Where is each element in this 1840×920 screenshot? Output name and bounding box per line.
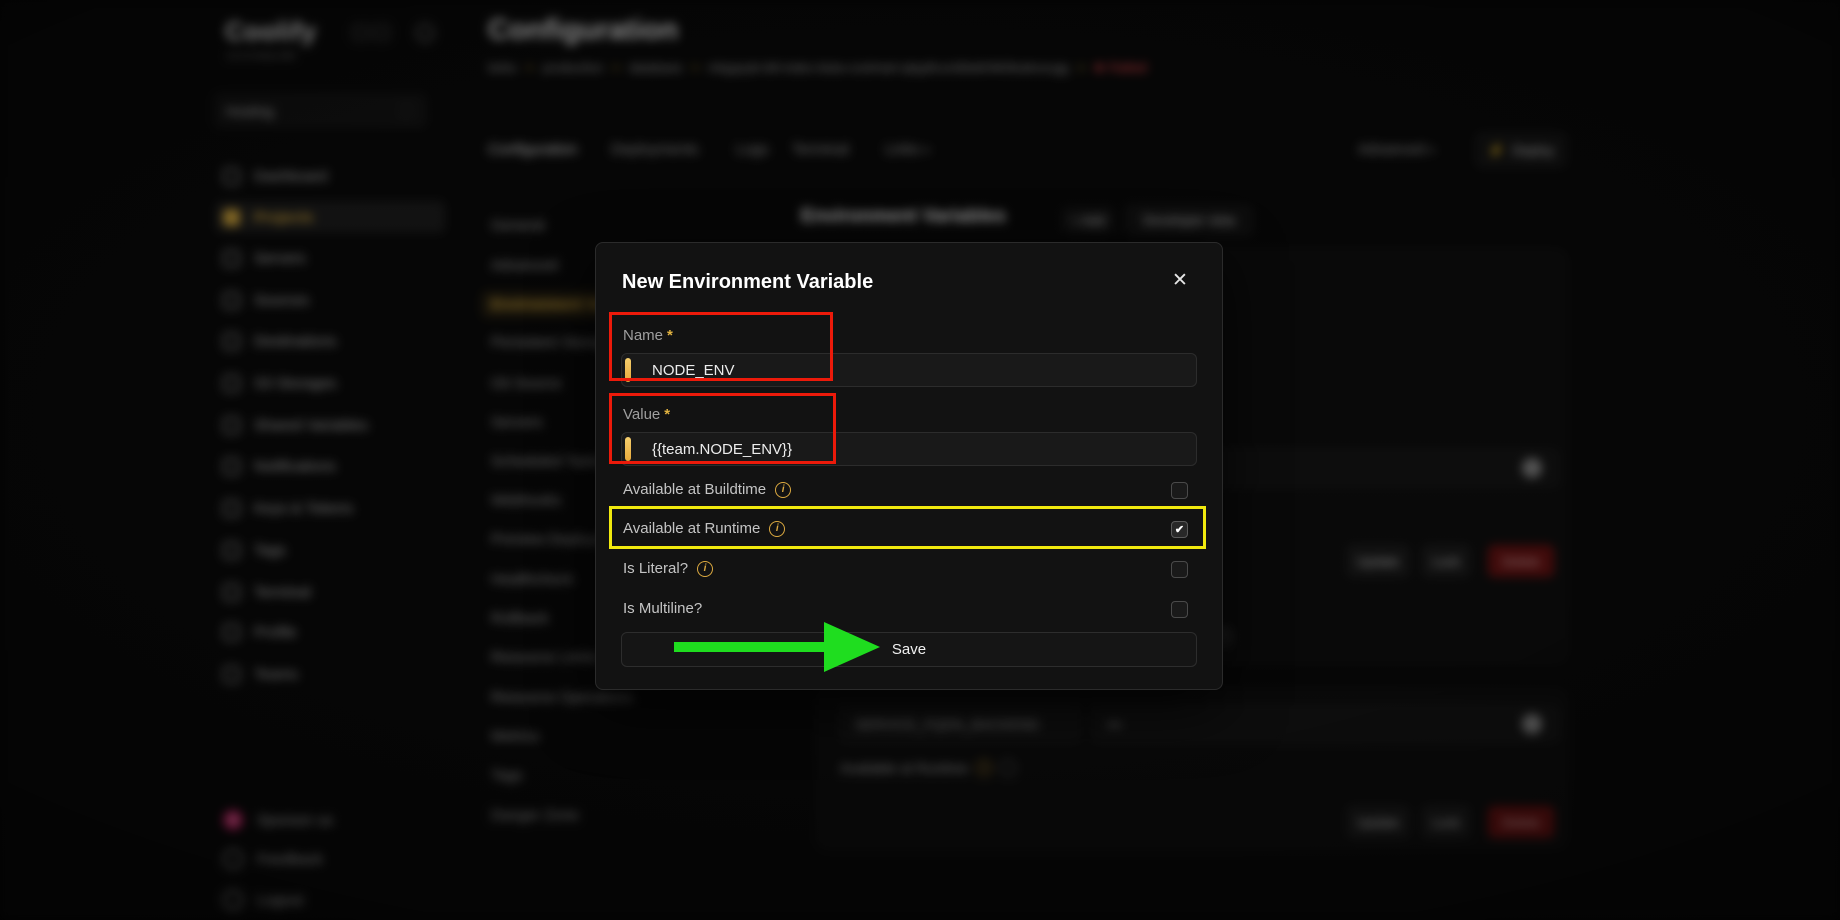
is-literal-label: Is Literal?i [623,560,713,577]
info-icon[interactable]: i [697,561,713,577]
runtime-label: Available at Runtimei [623,520,785,537]
info-icon[interactable]: i [769,521,785,537]
buildtime-checkbox[interactable] [1171,482,1188,499]
text-cursor [625,437,631,461]
value-input[interactable] [621,432,1197,466]
new-env-var-modal: New Environment Variable ✕ Name* Value* … [595,242,1223,690]
close-icon[interactable]: ✕ [1172,269,1188,292]
info-icon[interactable]: i [775,482,791,498]
buildtime-label: Available at Buildtimei [623,481,791,498]
is-literal-checkbox[interactable] [1171,561,1188,578]
is-multiline-label: Is Multiline? [623,600,702,617]
coolify-app: Coolify v4.0.0-beta.360 Hosting / Dashbo… [0,0,1840,920]
check-icon: ✔ [1175,523,1184,536]
text-cursor [625,358,631,382]
modal-title: New Environment Variable [622,271,873,294]
required-asterisk: * [664,406,670,423]
name-field-wrap [621,353,1197,387]
required-asterisk: * [667,327,673,344]
save-button[interactable]: Save [621,632,1197,667]
is-multiline-checkbox[interactable] [1171,601,1188,618]
name-input[interactable] [621,353,1197,387]
runtime-checkbox[interactable]: ✔ [1171,521,1188,538]
value-field-wrap [621,432,1197,466]
value-label: Value* [623,406,670,423]
name-label: Name* [623,327,673,344]
